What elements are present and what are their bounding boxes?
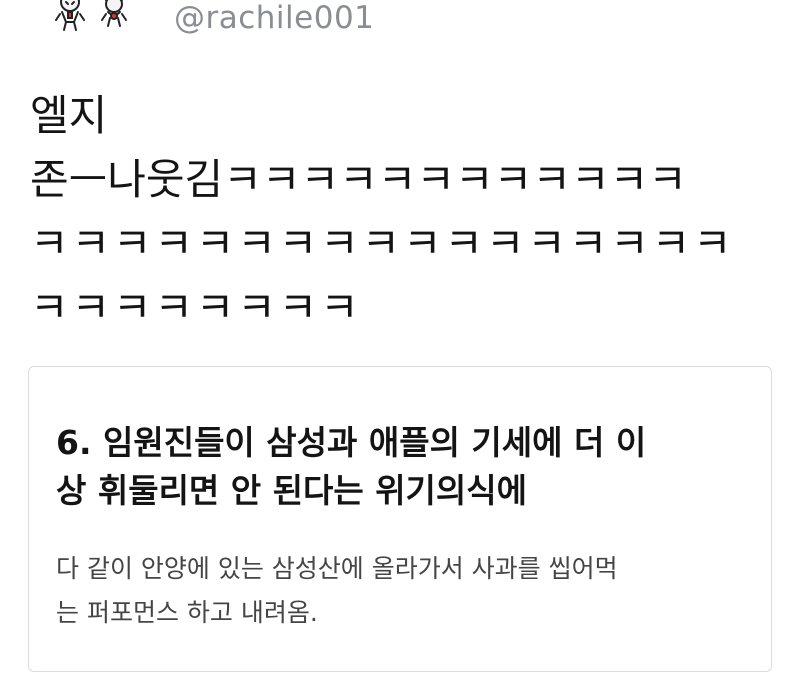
card-title: 6. 임원진들이 삼성과 애플의 기세에 더 이 상 휘둘리면 안 된다는 위기… <box>56 419 756 515</box>
card-title-line: 6. 임원진들이 삼성과 애플의 기세에 더 이 <box>56 423 647 462</box>
tweet-text: 엘지 존ㅡ나웃김ㅋㅋㅋㅋㅋㅋㅋㅋㅋㅋㅋㅋ ㅋㅋㅋㅋㅋㅋㅋㅋㅋㅋㅋㅋㅋㅋㅋㅋㅋ ㅋ… <box>30 84 780 340</box>
cartoon-characters-icon <box>55 0 127 31</box>
tweet-line: ㅋㅋㅋㅋㅋㅋㅋㅋㅋㅋㅋㅋㅋㅋㅋㅋㅋ <box>30 219 735 268</box>
tweet-line: 존ㅡ나웃김ㅋㅋㅋㅋㅋㅋㅋㅋㅋㅋㅋㅋ <box>30 155 687 204</box>
card-body: 다 같이 안양에 있는 삼성산에 올라가서 사과를 씹어먹 는 퍼포먼스 하고 … <box>56 547 756 635</box>
user-handle[interactable]: @rachile001 <box>174 0 374 40</box>
card-body-line: 는 퍼포먼스 하고 내려옴. <box>56 598 318 627</box>
card-title-line: 상 휘둘리면 안 된다는 위기의식에 <box>56 471 527 510</box>
tweet-line: ㅋㅋㅋㅋㅋㅋㅋㅋ <box>30 283 362 332</box>
card-body-line: 다 같이 안양에 있는 삼성산에 올라가서 사과를 씹어먹 <box>56 554 618 583</box>
avatar[interactable] <box>48 0 138 40</box>
tweet-header: @rachile001 <box>0 0 800 50</box>
tweet-line: 엘지 <box>30 91 108 140</box>
quoted-card[interactable]: 6. 임원진들이 삼성과 애플의 기세에 더 이 상 휘둘리면 안 된다는 위기… <box>28 366 772 672</box>
